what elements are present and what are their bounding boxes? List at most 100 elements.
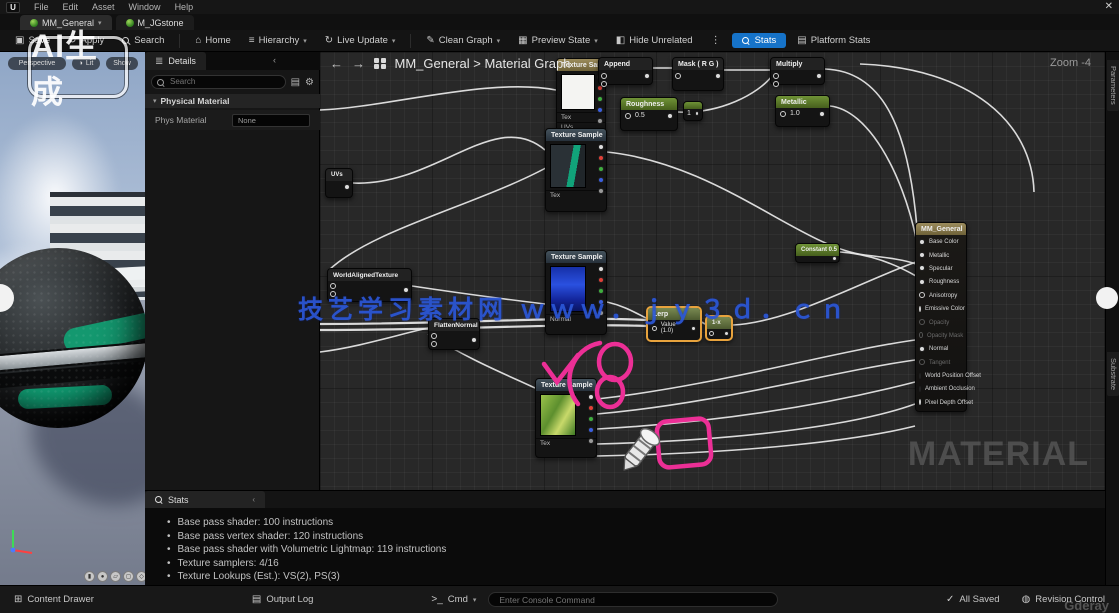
menu-asset[interactable]: Asset <box>92 2 115 12</box>
forward-arrow-icon[interactable]: → <box>352 56 365 71</box>
preview-cylinder-button[interactable]: ▮ <box>84 571 95 582</box>
graph-wire[interactable] <box>597 404 915 444</box>
output-pin-specular[interactable]: Specular <box>916 262 966 275</box>
tab-m-jgstone[interactable]: M_JGstone <box>116 15 194 30</box>
node-append[interactable]: Append <box>598 57 653 85</box>
menu-edit[interactable]: Edit <box>63 2 79 12</box>
output-pin-metallic[interactable]: Metallic <box>916 248 966 261</box>
pin-in[interactable] <box>431 333 437 339</box>
node-multiply[interactable]: Multiply <box>770 57 825 85</box>
output-pin-base-color[interactable]: Base Color <box>916 235 966 248</box>
node-material-output[interactable]: MM_General Base Color Metallic Specular … <box>915 222 967 412</box>
pin-in[interactable] <box>625 113 631 119</box>
pin-in[interactable] <box>675 73 681 79</box>
pin-in[interactable] <box>709 331 714 336</box>
node-texture-sample-d[interactable]: Texture Sample Tex <box>535 378 597 458</box>
pin-out[interactable] <box>644 73 650 79</box>
pin-out[interactable] <box>832 256 837 261</box>
node-texcoord[interactable]: UVs <box>325 168 353 198</box>
console-command-input[interactable] <box>497 594 769 606</box>
console-command-input-box[interactable] <box>488 592 778 607</box>
preview-sphere-button[interactable]: ● <box>97 571 108 582</box>
pin-out[interactable] <box>344 184 350 190</box>
pin-in[interactable] <box>652 326 657 331</box>
menu-help[interactable]: Help <box>175 2 194 12</box>
pin-rgb[interactable] <box>598 266 604 272</box>
material-graph-canvas[interactable]: ← → MM_General > Material Graph Zoom -4 … <box>320 52 1105 490</box>
pin-in[interactable] <box>773 81 779 87</box>
pin-r[interactable] <box>598 277 604 283</box>
home-button[interactable]: ⌂Home <box>188 33 237 48</box>
toolbar-overflow-button[interactable]: ⋮ <box>704 33 728 48</box>
hierarchy-button[interactable]: ≡Hierarchy▾ <box>242 33 314 48</box>
pin-g[interactable] <box>597 96 603 102</box>
pin-r[interactable] <box>598 155 604 161</box>
pin-g[interactable] <box>588 416 594 422</box>
output-pin-pdo[interactable]: Pixel Depth Offset <box>916 396 966 409</box>
preview-state-button[interactable]: ▦Preview State▾ <box>511 33 605 48</box>
graph-wire[interactable] <box>860 64 1034 192</box>
output-pin-wpo[interactable]: World Position Offset <box>916 369 966 382</box>
pin-out[interactable] <box>667 113 673 119</box>
pin-in[interactable] <box>330 283 336 289</box>
preview-plane-button[interactable]: ▱ <box>110 571 121 582</box>
pin-b[interactable] <box>588 427 594 433</box>
pin-out[interactable] <box>816 73 822 79</box>
details-search-box[interactable] <box>151 75 286 89</box>
content-drawer-button[interactable]: ⊞Content Drawer <box>8 592 100 607</box>
gear-icon[interactable]: ⚙ <box>305 77 314 88</box>
breadcrumb-text[interactable]: MM_General > Material Graph <box>395 56 571 71</box>
node-constant-small[interactable]: 1 <box>683 101 703 121</box>
pin-b[interactable] <box>597 107 603 113</box>
graph-wire[interactable] <box>830 106 916 238</box>
graph-wire[interactable] <box>320 87 556 110</box>
preview-viewport[interactable]: Perspective ◑Lit Show ▮ ● ▱ ◻ ◇ <box>0 52 145 585</box>
graph-wire[interactable] <box>597 426 915 456</box>
pin-in[interactable] <box>780 111 786 117</box>
pin-in[interactable] <box>601 81 607 87</box>
collapse-panel-icon[interactable]: ‹ <box>252 495 255 504</box>
preview-sphere[interactable] <box>0 248 145 428</box>
pin-out[interactable] <box>819 111 825 117</box>
tab-parameters-vertical[interactable]: Parameters <box>1107 60 1119 111</box>
pin-in[interactable] <box>773 73 779 79</box>
graph-wire[interactable] <box>597 360 915 414</box>
panel-options-icon[interactable]: ▤ <box>291 77 300 88</box>
node-mask[interactable]: Mask ( R G ) <box>672 57 724 91</box>
all-saved-button[interactable]: ✓All Saved <box>940 592 1006 607</box>
pin-a[interactable] <box>598 188 604 194</box>
window-close-button[interactable]: ✕ <box>1105 1 1113 12</box>
graph-wire[interactable] <box>597 340 915 399</box>
output-log-button[interactable]: ▤Output Log <box>246 592 319 607</box>
details-tab[interactable]: ≣Details <box>145 52 206 70</box>
stats-button[interactable]: Stats <box>732 33 787 48</box>
pin-r[interactable] <box>588 405 594 411</box>
graph-wire[interactable] <box>840 252 916 276</box>
output-pin-opacity-mask[interactable]: Opacity Mask <box>916 329 966 342</box>
menu-window[interactable]: Window <box>129 2 161 12</box>
pin-out[interactable] <box>471 337 477 343</box>
graph-wire[interactable] <box>597 382 915 429</box>
preview-cube-button[interactable]: ◻ <box>123 571 134 582</box>
live-update-button[interactable]: ↻Live Update▾ <box>318 33 403 48</box>
output-pin-anisotropy[interactable]: Anisotropy <box>916 289 966 302</box>
graph-wire[interactable] <box>353 137 545 183</box>
pin-out[interactable] <box>695 111 699 116</box>
graph-wire[interactable] <box>320 328 428 352</box>
output-pin-normal[interactable]: Normal <box>916 342 966 355</box>
graph-wire[interactable] <box>329 160 560 270</box>
pin-b[interactable] <box>598 177 604 183</box>
output-pin-tangent[interactable]: Tangent <box>916 356 966 369</box>
pin-out[interactable] <box>691 326 696 331</box>
collapse-panel-icon[interactable]: ‹ <box>273 55 276 65</box>
stats-tab[interactable]: Stats ‹ <box>145 491 265 508</box>
graph-wire[interactable] <box>825 69 917 228</box>
pin-rgb[interactable] <box>588 394 594 400</box>
pin-rgb[interactable] <box>598 144 604 150</box>
output-pin-roughness[interactable]: Roughness <box>916 275 966 288</box>
tab-substrate-vertical[interactable]: Substrate <box>1107 352 1119 396</box>
pin-in[interactable] <box>431 341 437 347</box>
preview-mesh-button[interactable]: ◇ <box>136 571 145 582</box>
back-arrow-icon[interactable]: ← <box>330 56 343 71</box>
clean-graph-button[interactable]: ✎Clean Graph▾ <box>419 33 507 48</box>
